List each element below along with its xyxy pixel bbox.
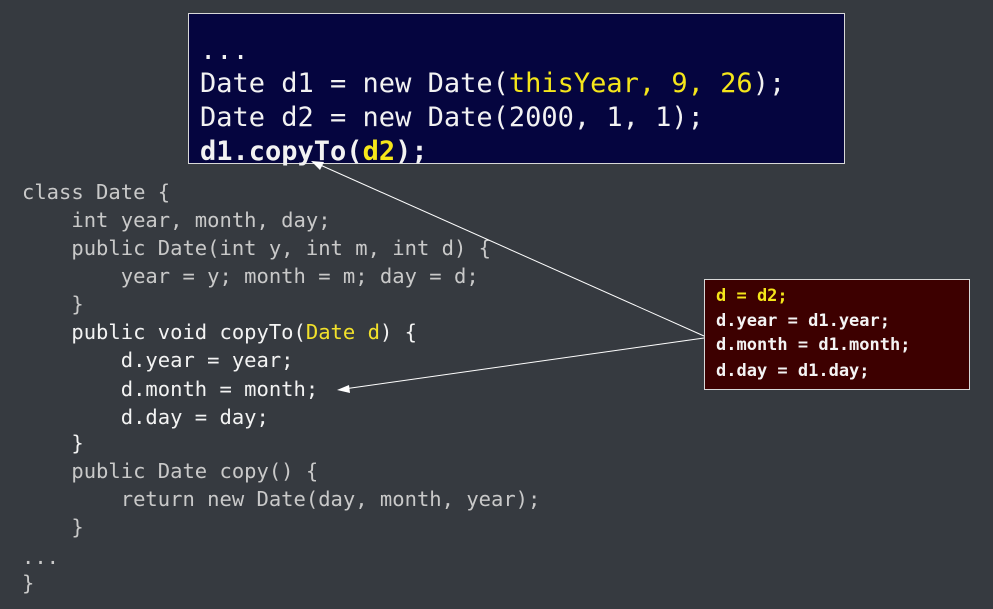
caller-line-copyto: d1.copyTo(d2); <box>200 135 428 169</box>
code-line-ellipsis: ... <box>22 545 60 569</box>
code-line-copy-year: d.year = year; <box>22 348 294 372</box>
arrow-to-month-head <box>337 385 350 393</box>
code-line-copy-decl: public Date copy() { <box>22 459 319 483</box>
caller-line-copyto-end: ); <box>395 136 428 167</box>
caller-line-d1-start: Date d1 = new Date( <box>200 68 509 99</box>
explanation-line-month: d.month = d1.month; <box>716 335 911 355</box>
code-line-copyto-close: } <box>22 431 84 455</box>
code-line-copy-month: d.month = month; <box>22 377 319 401</box>
explanation-line-day: d.day = d1.day; <box>716 361 870 381</box>
code-line-copyto-decl: public void copyTo(Date d) { <box>22 318 417 346</box>
code-line-copyto-param: Date d <box>305 320 380 344</box>
caller-line-d1-end: ); <box>752 68 786 99</box>
explanation-line-year: d.year = d1.year; <box>716 311 890 331</box>
code-line-copy-return: return new Date(day, month, year); <box>22 487 541 511</box>
code-line-constructor: public Date(int y, int m, int d) { <box>22 236 491 260</box>
code-line-class-decl: class Date { <box>22 180 171 204</box>
explanation-line-assign: d = d2; <box>716 286 788 306</box>
caller-line-d1: Date d1 = new Date(thisYear, 9, 26); <box>200 67 785 101</box>
code-line-constructor-body: year = y; month = m; day = d; <box>22 264 479 288</box>
code-line-copyto-start: public void copyTo( <box>22 320 306 344</box>
caller-line-ellipsis: ... <box>200 35 249 66</box>
code-line-copyto-end: ) { <box>379 320 417 344</box>
explanation-box: d = d2; d.year = d1.year; d.month = d1.m… <box>704 279 970 390</box>
code-line-constructor-close: } <box>22 292 84 316</box>
code-line-fields: int year, month, day; <box>22 208 331 232</box>
caller-line-copyto-arg: d2 <box>362 136 396 167</box>
caller-line-copyto-start: d1.copyTo( <box>200 136 363 167</box>
code-line-copy-close: } <box>22 515 84 539</box>
caller-line-d2: Date d2 = new Date(2000, 1, 1); <box>200 102 704 133</box>
caller-code-box: ... Date d1 = new Date(thisYear, 9, 26);… <box>188 13 845 167</box>
caller-line-d1-args: thisYear, 9, 26 <box>508 68 753 99</box>
code-line-class-close: } <box>22 571 35 595</box>
code-line-copy-day: d.day = day; <box>22 405 269 429</box>
